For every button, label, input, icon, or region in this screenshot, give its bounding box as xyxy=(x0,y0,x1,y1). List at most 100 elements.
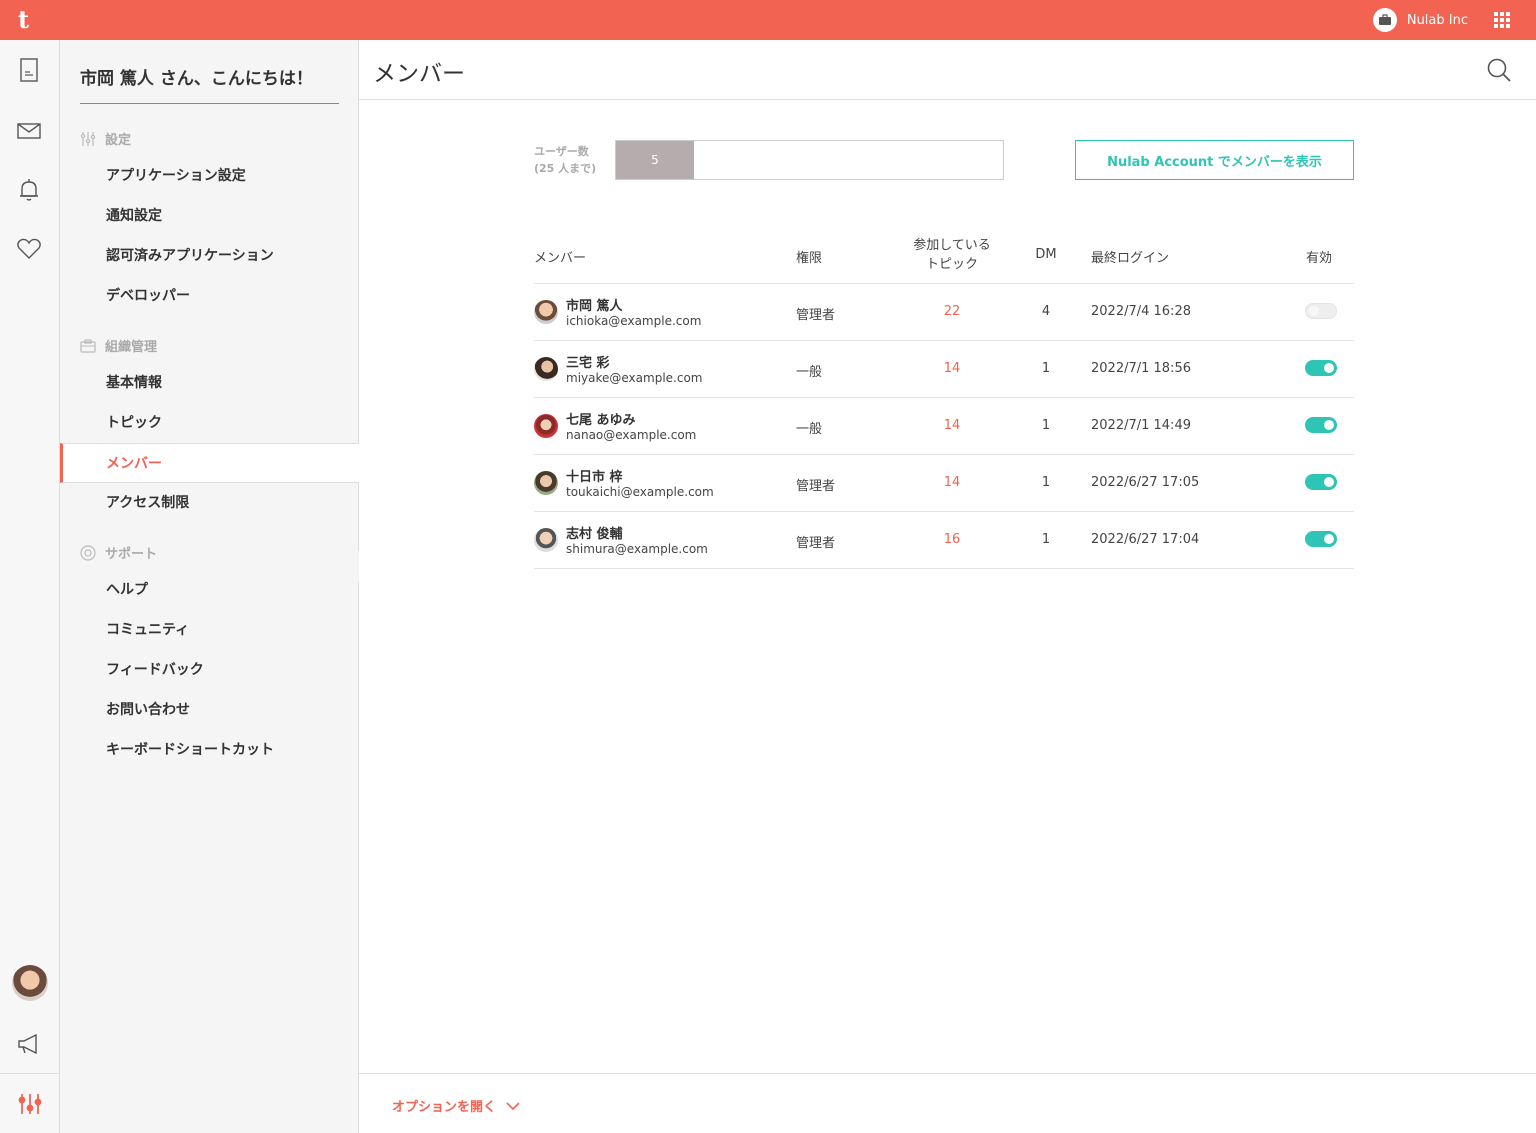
member-enabled-toggle[interactable] xyxy=(1305,360,1337,376)
user-count-title: ユーザー数 xyxy=(534,145,589,158)
nav-access-restriction[interactable]: アクセス制限 xyxy=(60,482,359,522)
member-role: 管理者 xyxy=(796,308,836,323)
user-avatar[interactable] xyxy=(12,965,48,1001)
briefcase-icon xyxy=(1372,8,1397,32)
main-header: メンバー xyxy=(359,40,1536,100)
member-avatar xyxy=(534,471,558,495)
top-bar: t Nulab Inc xyxy=(0,0,1536,40)
megaphone-icon[interactable] xyxy=(16,1031,42,1057)
member-name: 志村 俊輔 xyxy=(566,527,623,542)
member-last-login: 2022/6/27 17:05 xyxy=(1091,475,1200,490)
settings-button[interactable] xyxy=(0,1073,60,1133)
chevron-down-icon xyxy=(506,1101,520,1110)
bell-icon[interactable] xyxy=(16,177,42,203)
column-enabled: 有効 xyxy=(1306,251,1333,266)
member-last-login: 2022/6/27 17:04 xyxy=(1091,532,1200,547)
nav-community[interactable]: コミュニティ xyxy=(60,609,359,649)
member-role: 管理者 xyxy=(796,479,836,494)
app-grid-icon[interactable] xyxy=(1494,12,1510,28)
member-name: 七尾 あゆみ xyxy=(566,413,636,428)
member-dm: 4 xyxy=(1041,304,1051,319)
user-count-label: ユーザー数 (25 人まで) xyxy=(534,143,596,177)
member-avatar xyxy=(534,414,558,438)
main-footer: オプションを開く xyxy=(359,1073,1536,1133)
member-role: 管理者 xyxy=(796,536,836,551)
member-topics: 14 xyxy=(943,361,961,376)
member-dm: 1 xyxy=(1041,475,1051,490)
section-support: サポート xyxy=(80,543,157,562)
column-topics-line1: 参加している xyxy=(913,238,991,253)
member-last-login: 2022/7/1 14:49 xyxy=(1091,418,1191,433)
member-dm: 1 xyxy=(1041,418,1051,433)
section-title: サポート xyxy=(105,547,158,562)
column-role: 権限 xyxy=(796,251,823,266)
nav-authorized-apps[interactable]: 認可済みアプリケーション xyxy=(60,235,359,275)
member-topics: 16 xyxy=(943,532,961,547)
member-last-login: 2022/7/1 18:56 xyxy=(1091,361,1191,376)
org-name: Nulab Inc xyxy=(1406,12,1468,28)
lifebuoy-icon xyxy=(80,544,96,561)
nav-contact[interactable]: お問い合わせ xyxy=(60,689,359,729)
member-name: 三宅 彩 xyxy=(566,356,610,371)
member-dm: 1 xyxy=(1041,361,1051,376)
heart-icon[interactable] xyxy=(16,236,42,262)
nav-basic-info[interactable]: 基本情報 xyxy=(60,362,359,402)
member-name: 市岡 篤人 xyxy=(566,299,623,314)
column-last-login: 最終ログイン xyxy=(1091,251,1170,266)
greeting: 市岡 篤人 さん、こんにちは！ xyxy=(80,64,339,104)
nav-topics[interactable]: トピック xyxy=(60,402,359,442)
section-organization: 組織管理 xyxy=(80,336,157,355)
sliders-icon xyxy=(80,131,96,146)
member-email: miyake@example.com xyxy=(566,371,703,385)
member-enabled-toggle[interactable] xyxy=(1305,417,1337,433)
member-topics: 22 xyxy=(943,304,961,319)
document-icon[interactable] xyxy=(16,57,42,83)
section-settings: 設定 xyxy=(80,129,131,148)
nulab-account-button[interactable]: Nulab Account でメンバーを表示 xyxy=(1075,140,1354,180)
nav-developer[interactable]: デベロッパー xyxy=(60,275,359,315)
search-icon[interactable] xyxy=(1486,57,1512,83)
section-title: 設定 xyxy=(105,133,132,148)
member-enabled-toggle[interactable] xyxy=(1305,303,1337,319)
member-enabled-toggle[interactable] xyxy=(1305,531,1337,547)
member-avatar xyxy=(534,528,558,552)
column-member: メンバー xyxy=(534,251,587,266)
org-switcher[interactable]: Nulab Inc xyxy=(1372,8,1468,32)
app-logo[interactable]: t xyxy=(18,8,40,32)
table-row: 市岡 篤人 ichioka@example.com 管理者 22 4 2022/7/4 1… xyxy=(534,284,1354,341)
nav-app-settings[interactable]: アプリケーション設定 xyxy=(60,155,359,195)
nav-notification-settings[interactable]: 通知設定 xyxy=(60,195,359,235)
nav-keyboard-shortcuts[interactable]: キーボードショートカット xyxy=(60,729,359,769)
member-email: nanao@example.com xyxy=(566,428,697,442)
icon-rail xyxy=(0,40,60,1133)
table-row: 三宅 彩 miyake@example.com 一般 14 1 2022/7/1 18:5… xyxy=(534,341,1354,398)
mail-icon[interactable] xyxy=(16,118,42,144)
table-row: 志村 俊輔 shimura@example.com 管理者 16 1 2022/6/27 … xyxy=(534,512,1354,569)
member-role: 一般 xyxy=(796,422,823,437)
sidebar: 市岡 篤人 さん、こんにちは！ 設定 アプリケーション設定 通知設定 認可済みア… xyxy=(60,40,359,1133)
nav-feedback[interactable]: フィードバック xyxy=(60,649,359,689)
member-role: 一般 xyxy=(796,365,823,380)
member-avatar xyxy=(534,300,558,324)
table-row: 十日市 梓 toukaichi@example.com 管理者 14 1 2022/6/2… xyxy=(534,455,1354,512)
page-title: メンバー xyxy=(373,61,465,87)
member-enabled-toggle[interactable] xyxy=(1305,474,1337,490)
user-count-limit: (25 人まで) xyxy=(534,162,597,175)
nav-help[interactable]: ヘルプ xyxy=(60,569,359,609)
member-topics: 14 xyxy=(943,418,961,433)
section-title: 組織管理 xyxy=(105,340,158,355)
nav-members[interactable]: メンバー xyxy=(60,443,359,483)
column-topics: 参加している トピック xyxy=(906,236,998,274)
member-avatar xyxy=(534,357,558,381)
column-dm: DM xyxy=(1035,247,1057,262)
user-count-fill: 5 xyxy=(616,141,694,179)
open-options-link[interactable]: オプションを開く xyxy=(392,1096,520,1115)
settings-sliders-icon xyxy=(18,1094,42,1114)
member-email: ichioka@example.com xyxy=(566,314,702,328)
column-topics-line2: トピック xyxy=(925,257,978,272)
member-last-login: 2022/7/4 16:28 xyxy=(1091,304,1191,319)
member-dm: 1 xyxy=(1041,532,1051,547)
table-row: 七尾 あゆみ nanao@example.com 一般 14 1 2022/7/1 14:… xyxy=(534,398,1354,455)
user-count-bar: 5 xyxy=(615,140,1004,180)
open-options-label: オプションを開く xyxy=(392,1100,497,1115)
